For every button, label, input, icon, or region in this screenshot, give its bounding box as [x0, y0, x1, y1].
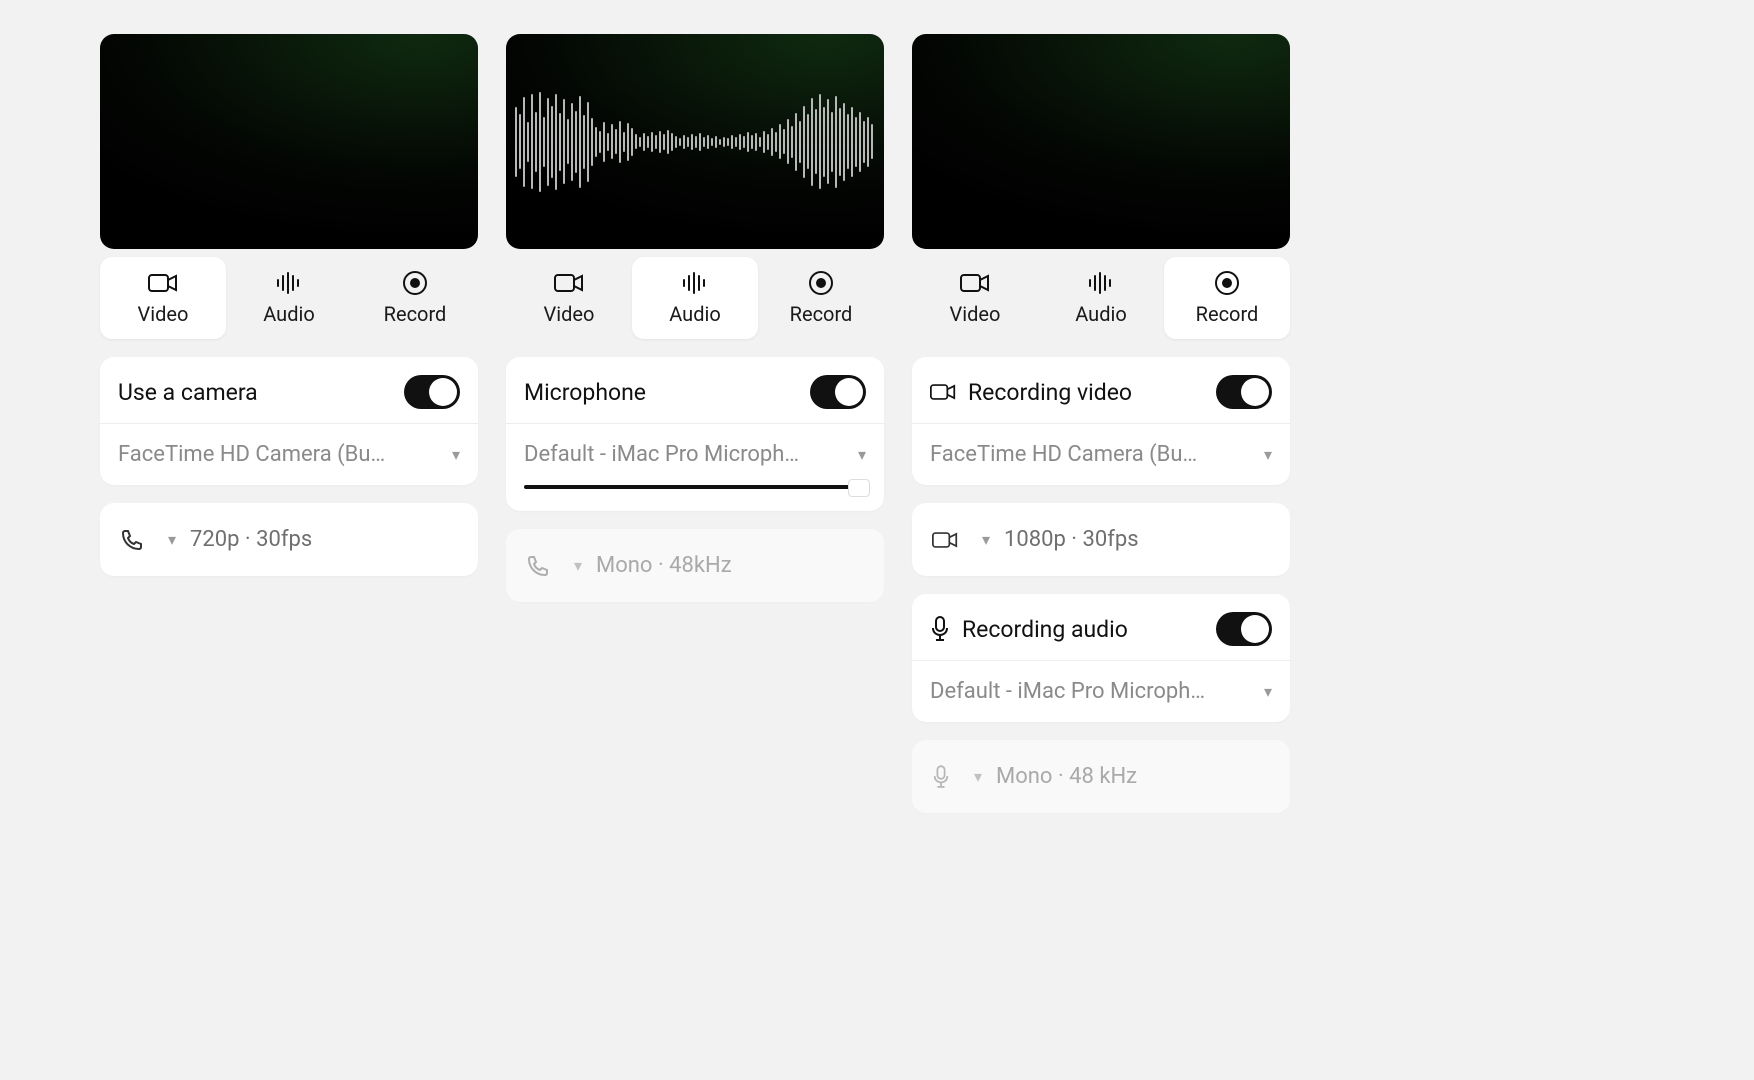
tab-label: Video — [544, 302, 595, 326]
recording-video-device-label: FaceTime HD Camera (Bu… — [930, 442, 1254, 467]
tab-record[interactable]: Record — [352, 257, 478, 339]
chevron-down-icon: ▾ — [168, 530, 176, 549]
card-header: Use a camera — [100, 357, 478, 424]
chevron-down-icon: ▾ — [982, 530, 990, 549]
tabs: Video Audio Record — [506, 257, 884, 339]
tab-video[interactable]: Video — [912, 257, 1038, 339]
camera-icon — [148, 270, 178, 296]
camera-title: Use a camera — [118, 379, 258, 406]
tabs: Video Audio Record — [100, 257, 478, 339]
audio-preview — [506, 34, 884, 249]
camera-card: Use a camera FaceTime HD Camera (Bu… ▾ — [100, 357, 478, 485]
camera-icon — [554, 270, 584, 296]
waveform-icon — [682, 270, 708, 296]
video-preview — [100, 34, 478, 249]
waveform-icon — [1088, 270, 1114, 296]
chevron-down-icon: ▾ — [1264, 682, 1272, 701]
tab-label: Video — [138, 302, 189, 326]
camera-icon — [960, 270, 990, 296]
video-quality-label: 720p · 30fps — [190, 527, 312, 552]
recording-video-quality-card[interactable]: ▾ 1080p · 30fps — [912, 503, 1290, 576]
panel-video: Video Audio Record Use a camera Fa — [100, 34, 478, 813]
chevron-down-icon: ▾ — [452, 445, 460, 464]
microphone-device-select[interactable]: Default - iMac Pro Microph… ▾ — [506, 424, 884, 485]
tab-label: Record — [1196, 302, 1259, 326]
tab-audio[interactable]: Audio — [226, 257, 352, 339]
recording-video-quality-label: 1080p · 30fps — [1004, 527, 1139, 552]
recording-audio-device-select[interactable]: Default - iMac Pro Microph… ▾ — [912, 661, 1290, 722]
tab-label: Record — [384, 302, 447, 326]
record-preview — [912, 34, 1290, 249]
recording-audio-title: Recording audio — [962, 616, 1128, 643]
audio-quality-label: Mono · 48kHz — [596, 553, 732, 578]
audio-quality-card[interactable]: ▾ Mono · 48kHz — [506, 529, 884, 602]
card-header: Recording video — [912, 357, 1290, 424]
tab-label: Record — [790, 302, 853, 326]
tab-audio[interactable]: Audio — [632, 257, 758, 339]
waveform-display — [515, 82, 875, 202]
recording-audio-device-label: Default - iMac Pro Microph… — [930, 679, 1254, 704]
camera-icon — [932, 530, 958, 550]
recording-video-toggle[interactable] — [1216, 375, 1272, 409]
phone-icon — [120, 528, 144, 552]
microphone-card: Microphone Default - iMac Pro Microph… ▾ — [506, 357, 884, 511]
tab-label: Audio — [669, 302, 721, 326]
camera-device-select[interactable]: FaceTime HD Camera (Bu… ▾ — [100, 424, 478, 485]
microphone-title: Microphone — [524, 379, 646, 406]
recording-video-card: Recording video FaceTime HD Camera (Bu… … — [912, 357, 1290, 485]
chevron-down-icon: ▾ — [858, 445, 866, 464]
tabs: Video Audio Record — [912, 257, 1290, 339]
recording-audio-card: Recording audio Default - iMac Pro Micro… — [912, 594, 1290, 722]
microphone-level-row — [506, 485, 884, 511]
tab-label: Audio — [263, 302, 315, 326]
camera-toggle[interactable] — [404, 375, 460, 409]
recording-video-title: Recording video — [968, 379, 1132, 406]
recording-audio-quality-label: Mono · 48 kHz — [996, 764, 1137, 789]
recording-audio-quality-card[interactable]: ▾ Mono · 48 kHz — [912, 740, 1290, 813]
microphone-level-slider[interactable] — [524, 485, 866, 489]
panel-record: Video Audio Record — [912, 34, 1290, 813]
chevron-down-icon: ▾ — [1264, 445, 1272, 464]
microphone-toggle[interactable] — [810, 375, 866, 409]
tab-audio[interactable]: Audio — [1038, 257, 1164, 339]
tab-video[interactable]: Video — [100, 257, 226, 339]
recording-video-device-select[interactable]: FaceTime HD Camera (Bu… ▾ — [912, 424, 1290, 485]
microphone-icon — [930, 616, 950, 642]
chevron-down-icon: ▾ — [574, 556, 582, 575]
tab-label: Audio — [1075, 302, 1127, 326]
card-header: Microphone — [506, 357, 884, 424]
tab-record[interactable]: Record — [1164, 257, 1290, 339]
phone-icon — [526, 554, 550, 578]
tab-record[interactable]: Record — [758, 257, 884, 339]
camera-device-label: FaceTime HD Camera (Bu… — [118, 442, 442, 467]
record-icon — [808, 270, 834, 296]
camera-icon — [930, 382, 956, 402]
panels-row: Video Audio Record Use a camera Fa — [100, 34, 1654, 813]
microphone-device-label: Default - iMac Pro Microph… — [524, 442, 848, 467]
video-quality-card[interactable]: ▾ 720p · 30fps — [100, 503, 478, 576]
card-header: Recording audio — [912, 594, 1290, 661]
record-icon — [402, 270, 428, 296]
record-icon — [1214, 270, 1240, 296]
tab-video[interactable]: Video — [506, 257, 632, 339]
tab-label: Video — [950, 302, 1001, 326]
chevron-down-icon: ▾ — [974, 767, 982, 786]
microphone-icon — [932, 765, 950, 789]
recording-audio-toggle[interactable] — [1216, 612, 1272, 646]
waveform-icon — [276, 270, 302, 296]
panel-audio: Video Audio Record Microphone Defa — [506, 34, 884, 813]
